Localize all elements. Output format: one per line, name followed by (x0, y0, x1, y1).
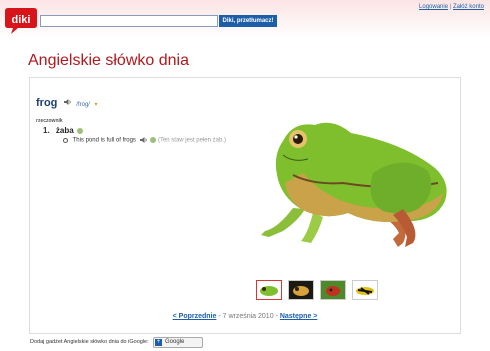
example-line: This pond is full of frogs (Ten staw jes… (36, 136, 266, 144)
meaning-number: 1. (43, 126, 50, 135)
next-link[interactable]: Następne > (280, 313, 318, 320)
headword: frog (36, 97, 58, 109)
headword-line: frog /frog/ ▾ (36, 93, 266, 111)
more-marker[interactable]: ▾ (94, 102, 97, 108)
top-bar: diki Diki, przetłumacz! Logowanie | Załó… (0, 0, 490, 38)
gadget-text: Dodaj gadżet Angielskie słówko dnia do i… (30, 339, 149, 345)
add-to-igoogle-button[interactable]: + Google (153, 337, 203, 348)
search-button[interactable]: Diki, przetłumacz! (219, 15, 277, 27)
links-separator: | (449, 4, 452, 10)
page-title: Angielskie słówko dnia (28, 52, 189, 69)
pronunciation: /frog/ (76, 102, 90, 108)
speaker-icon[interactable] (139, 136, 148, 144)
register-link[interactable]: Załóż konto (453, 4, 484, 10)
login-link[interactable]: Logowanie (419, 4, 448, 10)
current-date: - 7 września 2010 - (218, 313, 278, 320)
word-of-day-panel: frog /frog/ ▾ rzeczownik 1. żaba This po… (29, 77, 461, 334)
plus-icon: + (155, 339, 162, 346)
frog-thumbnail-3[interactable] (320, 280, 346, 300)
frog-thumbnail-2[interactable] (288, 280, 314, 300)
day-navigation: < Poprzednie - 7 września 2010 - Następn… (30, 313, 460, 320)
igoogle-label: Google (165, 339, 185, 345)
diki-logo[interactable]: diki (4, 5, 38, 35)
previous-link[interactable]: < Poprzednie (173, 313, 217, 320)
plus-circle-icon[interactable] (150, 137, 157, 143)
example-sentence: This pond is full of frogs (72, 137, 136, 144)
speaker-icon[interactable] (63, 98, 72, 106)
part-of-speech: rzeczownik (36, 118, 63, 124)
dictionary-entry: frog /frog/ ▾ rzeczownik 1. żaba This po… (36, 93, 266, 144)
plus-circle-icon[interactable] (76, 127, 83, 134)
meaning-line: 1. żaba (36, 126, 266, 135)
example-translation: (Ten staw jest pełen żab.) (157, 137, 226, 144)
frog-thumbnail-4[interactable] (352, 280, 378, 300)
frog-image (261, 122, 447, 247)
bullet-icon (63, 137, 68, 143)
account-links: Logowanie | Załóż konto (419, 4, 484, 10)
meaning-word: żaba (55, 126, 74, 135)
svg-text:diki: diki (12, 14, 31, 26)
search-input[interactable] (40, 15, 218, 27)
frog-thumbnail-1[interactable] (256, 280, 282, 300)
